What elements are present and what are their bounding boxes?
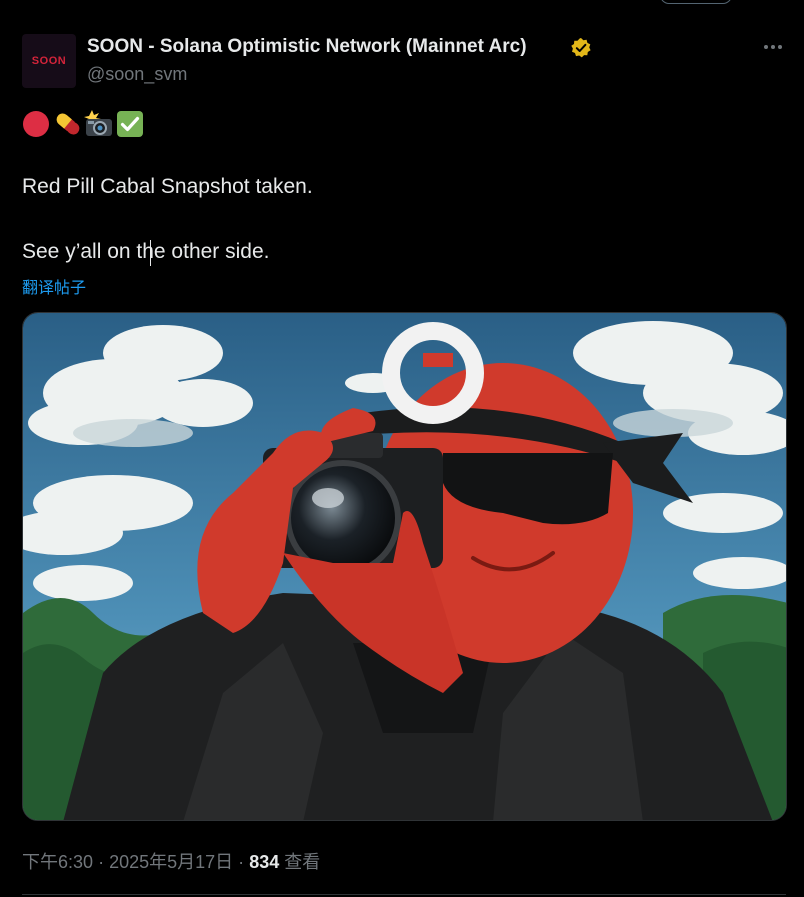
author-display-name[interactable]: SOON - Solana Optimistic Network (Mainne… bbox=[87, 36, 527, 58]
translate-post-link[interactable]: 翻译帖子 bbox=[22, 274, 86, 298]
divider bbox=[22, 894, 786, 895]
post-date[interactable]: 2025年5月17日 bbox=[109, 852, 233, 872]
more-options-icon[interactable] bbox=[760, 36, 786, 58]
author-handle[interactable]: @soon_svm bbox=[87, 64, 187, 85]
verified-badge-icon bbox=[571, 38, 591, 58]
meta-separator: · bbox=[238, 852, 245, 872]
post-text-line-2: See y’all on the other side. bbox=[22, 240, 270, 263]
views-count: 834 bbox=[249, 852, 280, 872]
pill-icon bbox=[54, 110, 82, 143]
post-image[interactable] bbox=[22, 312, 787, 821]
red-circle-icon bbox=[22, 110, 50, 143]
post-time[interactable]: 下午6:30 bbox=[22, 852, 93, 872]
avatar[interactable]: SOON bbox=[22, 34, 76, 88]
check-mark-icon bbox=[116, 110, 144, 143]
camera-flash-icon bbox=[84, 110, 114, 143]
post-meta: 下午6:30 · 2025年5月17日 · 834 查看 bbox=[22, 848, 320, 874]
post-text-line-1: Red Pill Cabal Snapshot taken. bbox=[22, 175, 313, 198]
top-scroll-pill[interactable] bbox=[660, 0, 732, 4]
avatar-logo-text: SOON bbox=[31, 55, 67, 67]
views-label: 查看 bbox=[284, 852, 321, 872]
meta-separator: · bbox=[98, 852, 105, 872]
text-caret bbox=[150, 240, 151, 266]
